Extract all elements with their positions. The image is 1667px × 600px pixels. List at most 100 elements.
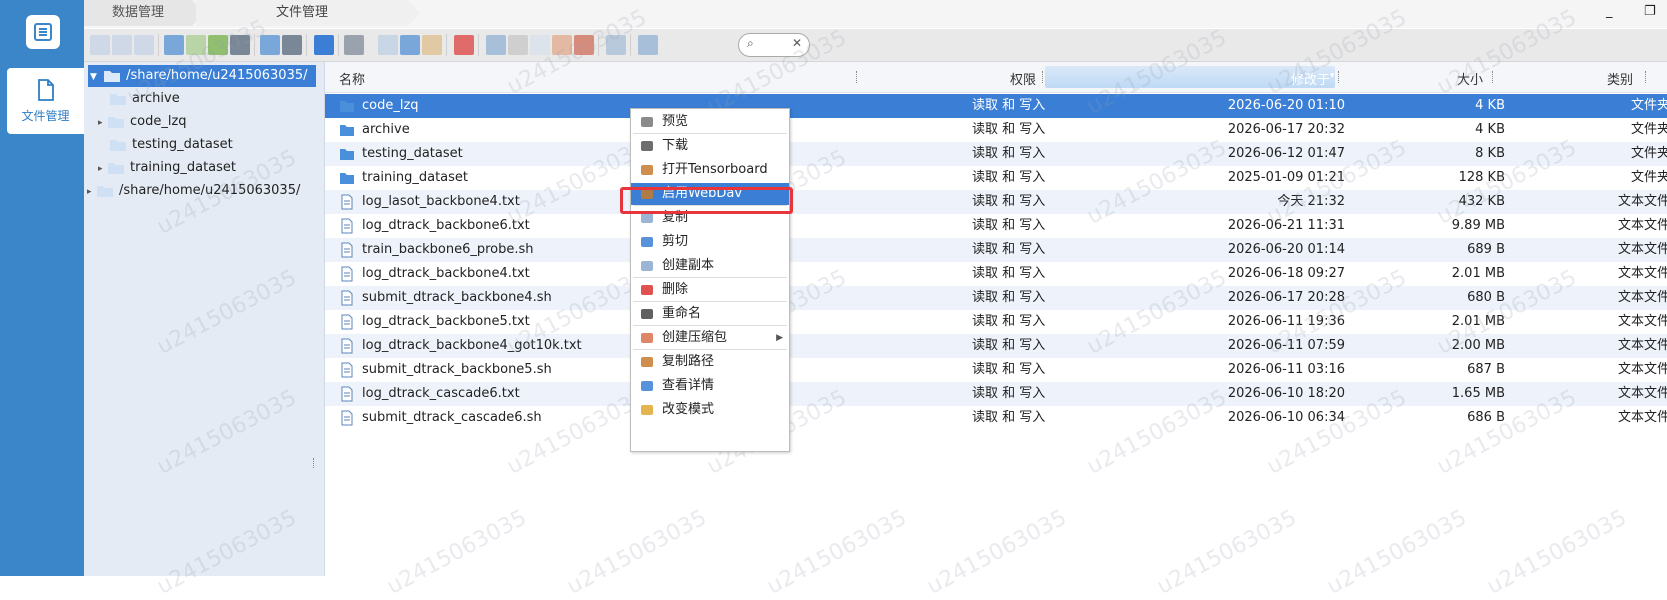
- menu-item-download-1[interactable]: 下载: [631, 135, 789, 157]
- menu-item-info-11[interactable]: 查看详情: [631, 375, 789, 397]
- archive-icon[interactable]: [574, 35, 594, 55]
- upload-icon[interactable]: [164, 35, 184, 55]
- tree-node-second-root[interactable]: ▸ /share/home/u2415063035/: [87, 180, 300, 202]
- file-modified: 2026-06-11 07:59: [1227, 338, 1345, 353]
- home-icon: [639, 354, 655, 370]
- cut-icon[interactable]: [400, 35, 420, 55]
- table-row[interactable]: archive 读取 和 写入 2026-06-17 20:32 4 KB 文件夹: [325, 118, 1667, 142]
- minimize-button[interactable]: _: [1606, 4, 1613, 19]
- folder-icon: [339, 98, 355, 114]
- info-icon[interactable]: [314, 35, 334, 55]
- preview-icon[interactable]: [344, 35, 364, 55]
- table-row[interactable]: code_lzq 读取 和 写入 2026-06-20 01:10 4 KB 文件夹: [325, 94, 1667, 118]
- column-header-name[interactable]: 名称: [339, 69, 365, 88]
- table-row[interactable]: log_lasot_backbone4.txt 读取 和 写入 今天 21:32 43…: [325, 190, 1667, 214]
- file-type: 文件夹: [1630, 98, 1667, 113]
- menu-item-scissors-5[interactable]: 剪切: [631, 231, 789, 253]
- column-header-perm[interactable]: 权限: [1010, 69, 1036, 88]
- save-icon[interactable]: [230, 35, 250, 55]
- column-header-modified[interactable]: 修改于: [1291, 69, 1330, 88]
- extract-icon[interactable]: [530, 35, 550, 55]
- column-resizer[interactable]: [856, 71, 859, 83]
- file-type: 文本文件: [1617, 266, 1667, 281]
- table-row[interactable]: train_backbone6_probe.sh 读取 和 写入 2026-06-2…: [325, 238, 1667, 262]
- expand-icon[interactable]: ▸: [98, 112, 108, 134]
- file-size: 680 B: [1467, 290, 1505, 305]
- menu-item-label: 创建副本: [662, 258, 715, 273]
- file-list-header: 名称 权限 修改于 ▾ 大小 类别: [325, 62, 1667, 93]
- duplicate-icon[interactable]: [486, 35, 506, 55]
- menu-item-archive-9[interactable]: 创建压缩包 ▶: [631, 327, 789, 349]
- file-type: 文本文件: [1617, 362, 1667, 377]
- column-resizer[interactable]: [1492, 71, 1495, 83]
- clear-icon[interactable]: ✕: [792, 36, 802, 50]
- app-logo-icon[interactable]: [26, 15, 60, 49]
- expand-icon[interactable]: ▸: [98, 158, 108, 180]
- table-row[interactable]: log_dtrack_backbone4_got10k.txt 读取 和 写入 20…: [325, 334, 1667, 358]
- tree-root-node[interactable]: ▼ /share/home/u2415063035/: [88, 65, 316, 87]
- menu-item-home-10[interactable]: 复制路径: [631, 351, 789, 373]
- new-folder-icon[interactable]: [208, 35, 228, 55]
- menu-separator: [633, 301, 787, 302]
- open-icon[interactable]: [260, 35, 280, 55]
- column-resizer[interactable]: [1338, 71, 1341, 83]
- home-icon: [639, 162, 655, 178]
- tree-node-code-lzq[interactable]: ▸ code_lzq: [98, 111, 187, 133]
- forward-icon[interactable]: [112, 35, 132, 55]
- menu-item-delete-7[interactable]: 删除: [631, 279, 789, 301]
- table-row[interactable]: log_dtrack_backbone4.txt 读取 和 写入 2026-06-1…: [325, 262, 1667, 286]
- table-row[interactable]: submit_dtrack_cascade6.sh 读取 和 写入 2026-06-…: [325, 406, 1667, 430]
- tree-node-training-dataset[interactable]: ▸ training_dataset: [98, 157, 236, 179]
- table-row[interactable]: log_dtrack_cascade6.txt 读取 和 写入 2026-06-10…: [325, 382, 1667, 406]
- file-size: 687 B: [1467, 362, 1505, 377]
- table-row[interactable]: log_dtrack_backbone5.txt 读取 和 写入 2026-06-1…: [325, 310, 1667, 334]
- rename-icon[interactable]: [508, 35, 528, 55]
- tree-node-testing-dataset[interactable]: testing_dataset: [110, 134, 233, 156]
- expand-icon[interactable]: ▸: [87, 181, 97, 203]
- scissors-icon: [639, 234, 655, 250]
- file-modified: 2026-06-18 09:27: [1227, 266, 1345, 281]
- file-modified: 2026-06-10 06:34: [1227, 410, 1345, 425]
- table-row[interactable]: training_dataset 读取 和 写入 2025-01-09 01:21 1…: [325, 166, 1667, 190]
- resize-icon[interactable]: [552, 35, 572, 55]
- restore-button[interactable]: ❐: [1644, 4, 1656, 19]
- search-input[interactable]: ⌕ ✕: [738, 33, 810, 57]
- file-list: 名称 权限 修改于 ▾ 大小 类别 code_lzq 读取 和 写入 2026-06…: [325, 62, 1667, 576]
- list-view-icon[interactable]: [638, 35, 658, 55]
- back-icon[interactable]: [90, 35, 110, 55]
- menu-item-gear-12[interactable]: 改变模式: [631, 399, 789, 421]
- duplicate-icon: [639, 258, 655, 274]
- file-permission: 读取 和 写入: [972, 194, 1046, 209]
- delete-icon[interactable]: [454, 35, 474, 55]
- toolbar: ⌕ ✕: [84, 29, 1667, 62]
- copy-icon[interactable]: [378, 35, 398, 55]
- menu-item-eye-0[interactable]: 预览: [631, 111, 789, 133]
- new-file-icon[interactable]: [186, 35, 206, 55]
- column-resizer[interactable]: [1645, 71, 1648, 83]
- splitter-handle[interactable]: [313, 458, 316, 468]
- sort-desc-icon: ▾: [1330, 71, 1335, 81]
- left-nav: 文件管理: [0, 0, 84, 576]
- table-row[interactable]: log_dtrack_backbone6.txt 读取 和 写入 2026-06-2…: [325, 214, 1667, 238]
- menu-item-duplicate-6[interactable]: 创建副本: [631, 255, 789, 277]
- menu-item-rename-8[interactable]: 重命名: [631, 303, 789, 325]
- menu-separator: [633, 133, 787, 134]
- grid-view-icon[interactable]: [606, 35, 626, 55]
- nav-file-manager[interactable]: 文件管理: [7, 68, 84, 134]
- file-size: 4 KB: [1475, 122, 1505, 137]
- paste-icon[interactable]: [422, 35, 442, 55]
- table-row[interactable]: submit_dtrack_backbone5.sh 读取 和 写入 2026-06…: [325, 358, 1667, 382]
- column-resizer[interactable]: [1042, 71, 1045, 83]
- up-icon[interactable]: [134, 35, 154, 55]
- table-row[interactable]: submit_dtrack_backbone4.sh 读取 和 写入 2026-06…: [325, 286, 1667, 310]
- column-header-type[interactable]: 类别: [1607, 69, 1633, 88]
- tree-node-archive[interactable]: archive: [110, 88, 180, 110]
- column-header-size[interactable]: 大小: [1457, 69, 1483, 88]
- save-as-icon[interactable]: [282, 35, 302, 55]
- tab-file-management[interactable]: 文件管理: [196, 0, 420, 26]
- table-row[interactable]: testing_dataset 读取 和 写入 2026-06-12 01:47 8 …: [325, 142, 1667, 166]
- file-modified: 2026-06-17 20:28: [1227, 290, 1345, 305]
- file-type: 文本文件: [1617, 218, 1667, 233]
- tab-data-management[interactable]: 数据管理: [84, 0, 204, 26]
- menu-item-home-2[interactable]: 打开Tensorboard: [631, 159, 789, 181]
